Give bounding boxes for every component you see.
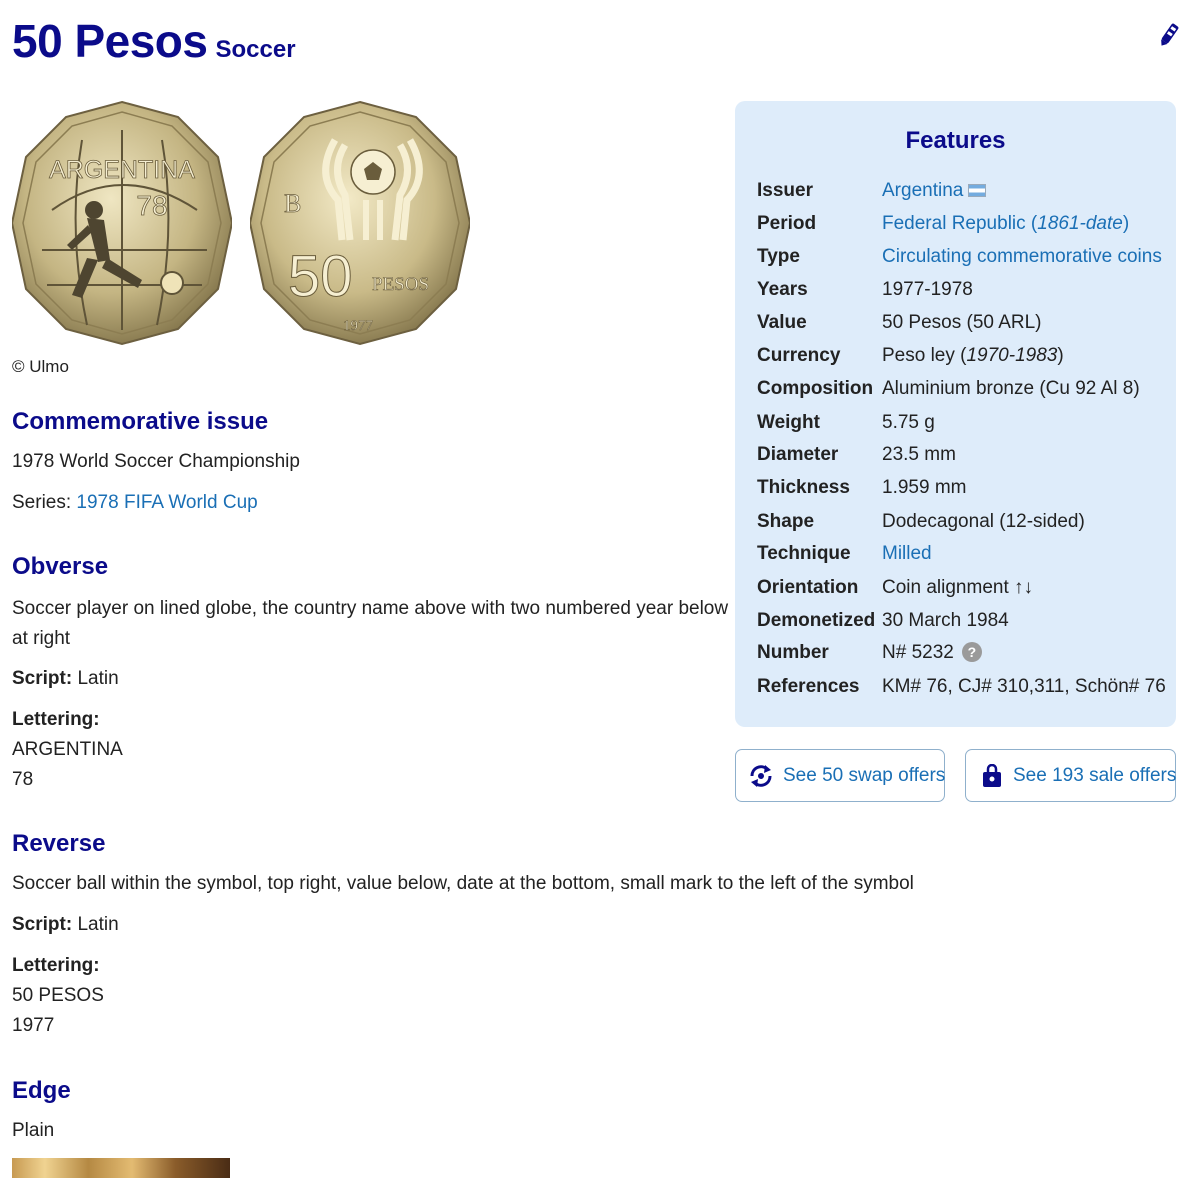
argentina-flag-icon [968,184,987,197]
series-label: Series: [12,492,72,513]
edge-image[interactable] [12,1158,230,1178]
coin-subtitle: Soccer [215,36,296,63]
svg-text:78: 78 [136,190,167,221]
help-icon[interactable]: ? [961,642,982,662]
svg-text:1977: 1977 [343,318,374,334]
reverse-lettering-line: 1977 [12,1015,55,1036]
edge-value: Plain [12,1120,55,1141]
svg-text:ARGENTINA: ARGENTINA [49,156,195,184]
obverse-lettering-label: Lettering: [12,709,100,730]
reverse-script: Script: Latin [12,910,119,940]
series-link[interactable]: 1978 FIFA World Cup [76,492,257,513]
shopping-bag-icon [983,764,1001,787]
svg-text:PESOS: PESOS [372,274,429,295]
swap-offers-button[interactable]: See 50 swap offers [735,749,945,802]
reverse-lettering-line: 50 PESOS [12,985,104,1006]
coin-title: 50 Pesos [12,15,208,67]
reverse-coin-image[interactable]: B 50 PESOS 1977 [250,100,470,346]
features-heading: Features [905,127,1006,154]
series-line: Series: 1978 FIFA World Cup [12,488,258,518]
reverse-lettering-label: Lettering: [12,955,100,976]
issuer-link[interactable]: Argentina [882,177,987,205]
swap-icon [750,765,772,787]
obverse-script-label: Script: [12,668,73,689]
obverse-coin-image[interactable]: ARGENTINA 78 [12,100,232,346]
period-link[interactable]: Federal Republic (1861-date) [882,210,1129,238]
page-title: 50 Pesos Soccer [12,14,296,77]
obverse-script: Script: Latin [12,664,119,694]
reverse-script-value: Latin [77,914,119,935]
references-value[interactable]: KM# 76, CJ# 310,311, Schön# 76 [882,673,1166,701]
reverse-script-label: Script: [12,914,73,935]
type-link[interactable]: Circulating commemorative coins [882,243,1162,271]
edit-icon[interactable] [1158,22,1180,48]
obverse-lettering-line: 78 [12,769,34,790]
sale-offers-label: See 193 sale offers [1013,765,1177,786]
reverse-heading: Reverse [12,830,106,857]
commemorative-text: 1978 World Soccer Championship [12,451,300,472]
sale-offers-button[interactable]: See 193 sale offers [965,749,1176,802]
swap-offers-label: See 50 swap offers [783,765,946,786]
svg-text:50: 50 [288,244,353,309]
commemorative-heading: Commemorative issue [12,408,269,435]
obverse-description: Soccer player on lined globe, the countr… [12,598,729,649]
svg-text:B: B [284,189,301,218]
edge-heading: Edge [12,1077,71,1104]
obverse-heading: Obverse [12,553,109,580]
image-credit: © Ulmo [12,357,69,376]
features-panel: Features Issuer Argentina Period Federal… [735,101,1176,727]
obverse-script-value: Latin [77,668,119,689]
technique-link[interactable]: Milled [882,540,932,568]
obverse-lettering-line: ARGENTINA [12,739,123,760]
reverse-description: Soccer ball within the symbol, top right… [12,873,914,894]
